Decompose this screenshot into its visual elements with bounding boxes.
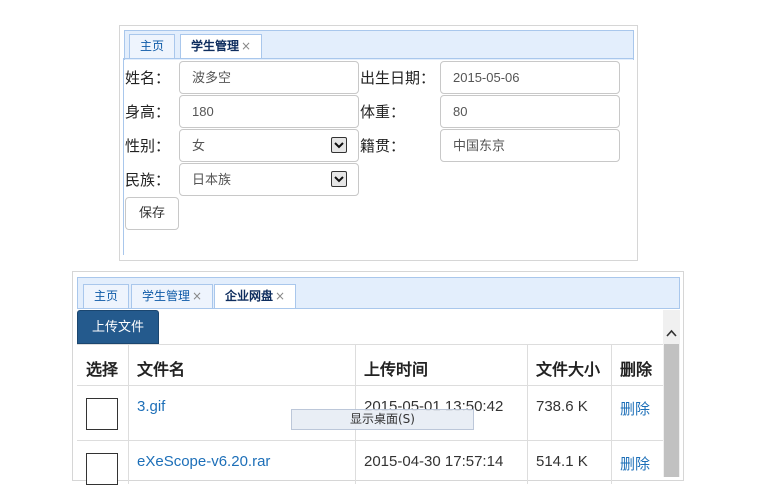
- weight-label: 体重：: [360, 103, 406, 121]
- form-left-edge: [123, 58, 124, 255]
- delete-link[interactable]: 删除: [620, 453, 650, 474]
- column-header-select: 选择: [86, 360, 119, 379]
- scrollbar-thumb[interactable]: [664, 344, 679, 477]
- birth-date-field[interactable]: 2015-05-06: [440, 61, 620, 94]
- close-icon[interactable]: ×: [241, 39, 251, 53]
- gender-label: 性别：: [125, 137, 171, 155]
- tab-student-management-label: 学生管理: [191, 39, 240, 53]
- column-header-delete: 删除: [620, 360, 653, 379]
- form-content-divider: [123, 58, 633, 59]
- gender-value: 女: [192, 138, 206, 153]
- height-value: 180: [192, 104, 214, 119]
- vertical-scrollbar[interactable]: [663, 310, 680, 477]
- height-field[interactable]: 180: [179, 95, 359, 128]
- row-select-checkbox[interactable]: [86, 398, 118, 430]
- ethnicity-label: 民族：: [125, 171, 171, 189]
- weight-field[interactable]: 80: [440, 95, 620, 128]
- column-divider: [527, 344, 528, 484]
- ethnicity-select[interactable]: 日本族: [179, 163, 359, 196]
- tab-student-management[interactable]: 学生管理 ×: [131, 284, 214, 308]
- save-button[interactable]: 保存: [125, 197, 179, 230]
- tab-student-management[interactable]: 学生管理 ×: [180, 34, 263, 58]
- file-size: 514.1 K: [536, 453, 588, 470]
- tooltip: 显示桌面(S): [291, 409, 474, 430]
- height-label: 身高：: [125, 103, 171, 121]
- upload-file-button[interactable]: 上传文件: [77, 310, 159, 344]
- file-name-link[interactable]: eXeScope-v6.20.rar: [137, 453, 270, 470]
- column-header-file-size[interactable]: 文件大小: [536, 356, 600, 380]
- tab-student-management-label: 学生管理: [142, 289, 191, 303]
- birth-date-value: 2015-05-06: [453, 70, 520, 85]
- file-size: 738.6 K: [536, 398, 588, 415]
- close-icon[interactable]: ×: [275, 289, 285, 303]
- origin-value: 中国东京: [453, 138, 506, 153]
- tooltip-text: 显示桌面(S): [350, 412, 415, 426]
- scroll-up-icon[interactable]: [663, 324, 680, 344]
- birth-date-label: 出生日期：: [360, 69, 436, 87]
- name-value: 波多空: [192, 70, 232, 85]
- table-header-bottom-border: [77, 385, 663, 386]
- tab-home-label: 主页: [94, 289, 119, 303]
- table-row-divider: [77, 440, 663, 441]
- ethnicity-value: 日本族: [192, 172, 232, 187]
- delete-link[interactable]: 删除: [620, 398, 650, 419]
- chevron-down-icon[interactable]: [331, 171, 347, 187]
- column-divider: [611, 344, 612, 484]
- file-name-link[interactable]: 3.gif: [137, 398, 165, 415]
- tab-enterprise-netdisk-label: 企业网盘: [225, 289, 274, 303]
- origin-label: 籍贯：: [360, 137, 406, 155]
- column-header-filename[interactable]: 文件名: [137, 356, 185, 380]
- name-label: 姓名：: [125, 69, 171, 87]
- tab-home[interactable]: 主页: [83, 284, 130, 308]
- upload-time: 2015-04-30 17:57:14: [364, 453, 504, 470]
- tab-home-label: 主页: [140, 39, 165, 53]
- close-icon[interactable]: ×: [192, 289, 202, 303]
- chevron-down-icon[interactable]: [331, 137, 347, 153]
- weight-value: 80: [453, 104, 468, 119]
- row-select-checkbox[interactable]: [86, 453, 118, 485]
- name-field[interactable]: 波多空: [179, 61, 359, 94]
- origin-field[interactable]: 中国东京: [440, 129, 620, 162]
- tab-enterprise-netdisk[interactable]: 企业网盘 ×: [214, 284, 297, 308]
- column-divider: [128, 344, 129, 484]
- column-header-upload-time[interactable]: 上传时间: [364, 356, 428, 380]
- table-header-top-border: [77, 344, 663, 345]
- tab-home[interactable]: 主页: [129, 34, 176, 58]
- gender-select[interactable]: 女: [179, 129, 359, 162]
